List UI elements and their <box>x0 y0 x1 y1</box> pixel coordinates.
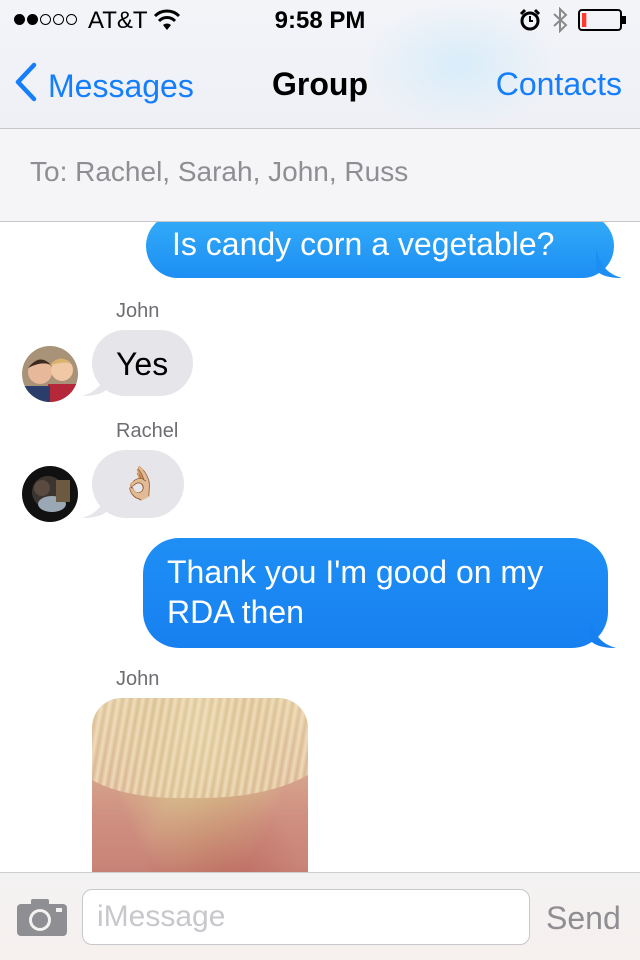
message-text: Is candy corn a vegetable? <box>172 226 555 262</box>
sender-name: John <box>116 668 160 690</box>
message-text: Thank you I'm good on my RDA then <box>167 554 544 630</box>
camera-icon <box>16 899 68 941</box>
contacts-button[interactable]: Contacts <box>496 66 622 103</box>
avatar-rachel[interactable] <box>22 466 78 522</box>
ok-hand-emoji: 👌🏼 <box>120 464 160 502</box>
sender-name: John <box>116 300 160 322</box>
message-text: Yes <box>116 346 169 382</box>
message-input[interactable] <box>82 889 530 945</box>
message-bubble-incoming[interactable]: 👌🏼 <box>82 450 184 518</box>
status-time: 9:58 PM <box>274 7 366 34</box>
bluetooth-icon <box>552 6 568 39</box>
sender-name: Rachel <box>116 420 179 442</box>
nav-bar: Messages Group Contacts <box>0 40 640 128</box>
recipients-field[interactable]: To: Rachel, Sarah, John, Russ <box>0 128 640 222</box>
alarm-icon <box>518 8 542 37</box>
header: AT&T 9:58 PM Messages Group Contacts To:… <box>0 0 640 222</box>
compose-bar: Send <box>0 872 640 960</box>
avatar-john[interactable] <box>22 346 78 402</box>
status-bar: AT&T 9:58 PM <box>0 0 640 40</box>
message-bubble-outgoing[interactable]: Is candy corn a vegetable? <box>146 222 622 278</box>
photo-attachment[interactable] <box>92 698 308 872</box>
send-button[interactable]: Send <box>546 900 621 937</box>
message-bubble-incoming[interactable]: Yes <box>82 330 193 396</box>
battery-icon <box>578 9 628 36</box>
camera-button[interactable] <box>16 897 68 942</box>
message-thread[interactable]: Is candy corn a vegetable? John Yes Rach… <box>0 222 640 872</box>
recipients-text: To: Rachel, Sarah, John, Russ <box>30 156 409 187</box>
message-bubble-outgoing[interactable]: Thank you I'm good on my RDA then <box>143 538 616 648</box>
